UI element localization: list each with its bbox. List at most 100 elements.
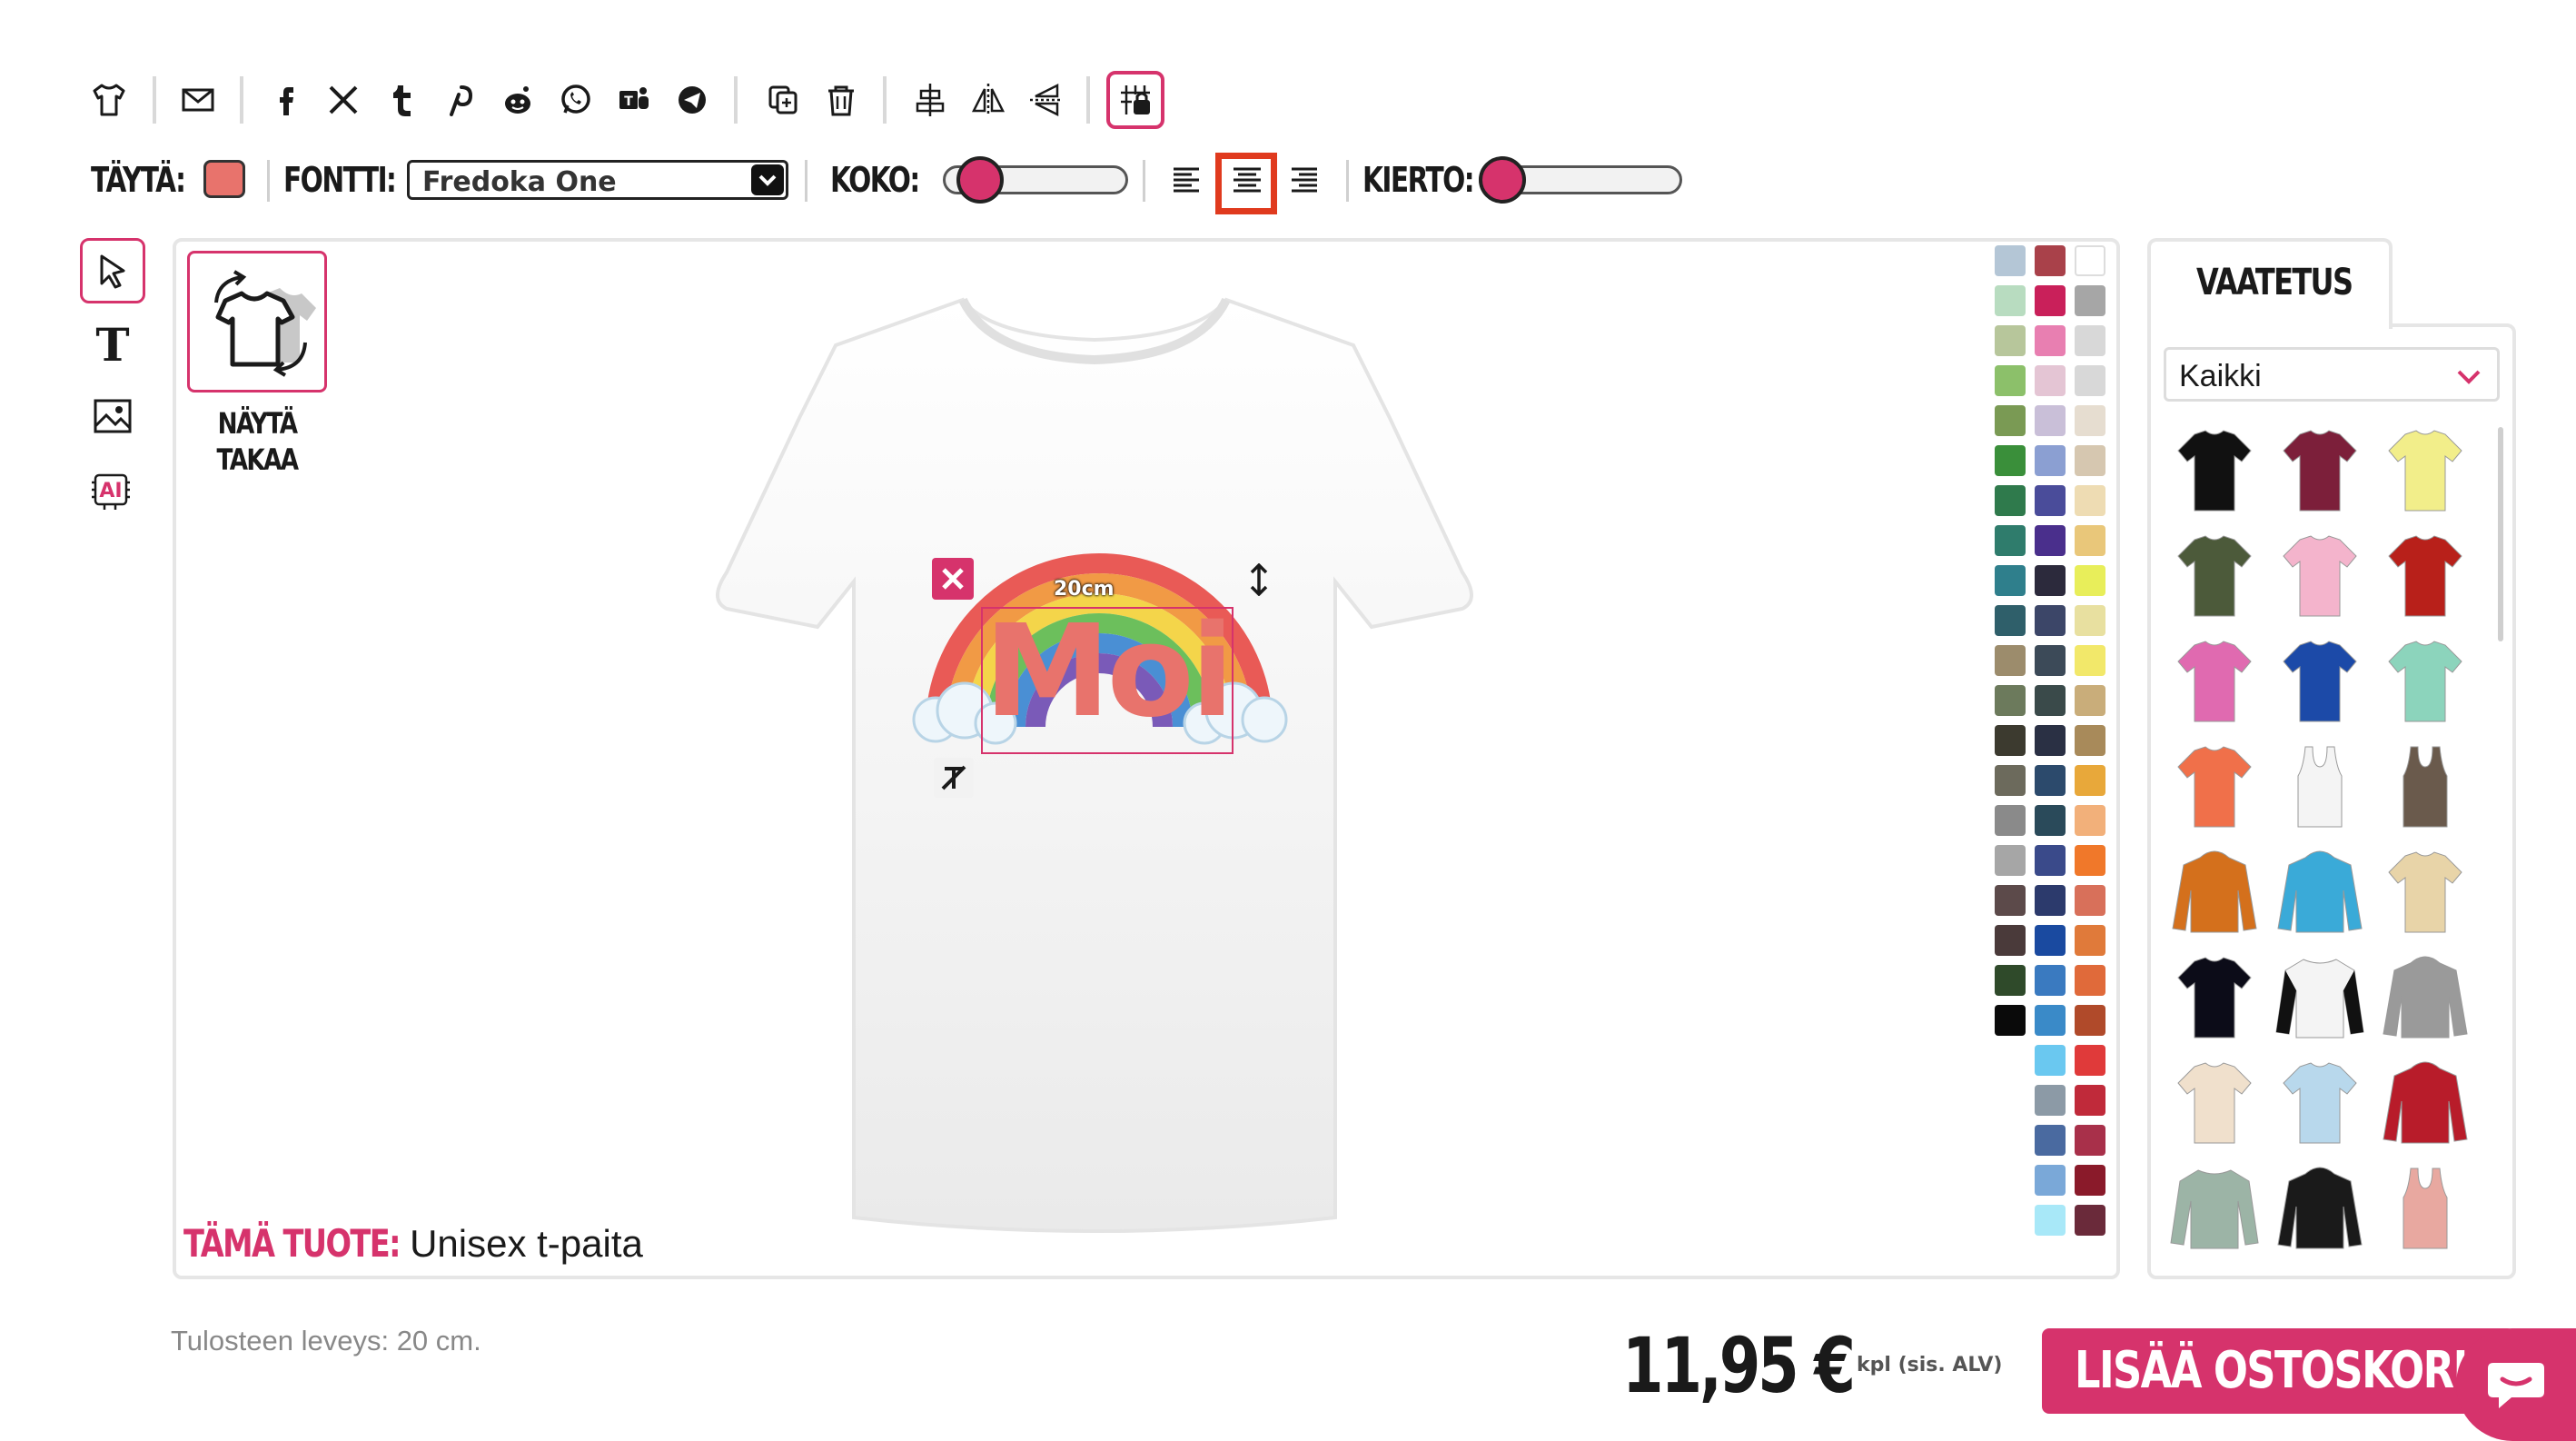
color-swatch[interactable] (1995, 685, 2026, 716)
color-swatch[interactable] (2035, 1045, 2066, 1076)
color-swatch[interactable] (2035, 965, 2066, 996)
color-swatch[interactable] (1995, 325, 2026, 356)
color-swatch[interactable] (2035, 285, 2066, 316)
clothing-item-jacket-red[interactable] (2378, 1056, 2472, 1150)
image-tool[interactable] (80, 383, 145, 449)
clothing-item-tshirt-women-fuchsia[interactable] (2167, 634, 2262, 729)
color-swatch[interactable] (1995, 725, 2026, 756)
color-swatch[interactable] (2035, 805, 2066, 836)
color-swatch[interactable] (2075, 525, 2105, 556)
color-swatch[interactable] (1995, 925, 2026, 956)
color-swatch[interactable] (2075, 765, 2105, 796)
color-swatch[interactable] (2075, 245, 2105, 276)
clothing-item-tshirt-royal-blue[interactable] (2273, 634, 2367, 729)
color-swatch[interactable] (2075, 325, 2105, 356)
color-swatch[interactable] (2075, 1085, 2105, 1116)
color-swatch[interactable] (2075, 925, 2105, 956)
clothing-filter-select[interactable]: Kaikki (2164, 347, 2500, 402)
color-swatch[interactable] (2075, 605, 2105, 636)
color-swatch[interactable] (2035, 445, 2066, 476)
design-text[interactable]: Moi (981, 600, 1234, 745)
clothing-item-tshirt-black[interactable] (2167, 423, 2262, 518)
color-swatch[interactable] (2035, 685, 2066, 716)
color-swatch[interactable] (1995, 885, 2026, 916)
clothing-item-tshirt-olive[interactable] (2167, 529, 2262, 623)
clothing-item-tshirt-mint[interactable] (2378, 634, 2472, 729)
resize-handle[interactable] (1241, 561, 1277, 598)
add-to-cart-button[interactable]: LISÄÄ OSTOSKORIIN (2042, 1328, 2514, 1414)
color-swatch[interactable] (1995, 645, 2026, 676)
clothing-item-tshirt-yellow[interactable] (2378, 423, 2472, 518)
color-swatch[interactable] (2075, 565, 2105, 596)
color-swatch[interactable] (2035, 245, 2066, 276)
color-swatch[interactable] (1995, 605, 2026, 636)
clothing-item-tshirt-burgundy[interactable] (2273, 423, 2367, 518)
color-swatch[interactable] (2075, 1165, 2105, 1196)
color-swatch[interactable] (1995, 485, 2026, 516)
color-swatch[interactable] (2035, 405, 2066, 436)
clothing-item-tshirt-red[interactable] (2378, 529, 2472, 623)
color-swatch[interactable] (2075, 965, 2105, 996)
color-swatch[interactable] (2035, 1005, 2066, 1036)
color-swatch[interactable] (2075, 1205, 2105, 1236)
color-swatch[interactable] (2035, 1125, 2066, 1156)
color-swatch[interactable] (2035, 845, 2066, 876)
clothing-item-tank-white[interactable] (2273, 740, 2367, 834)
color-swatch[interactable] (2035, 765, 2066, 796)
color-swatch[interactable] (1995, 965, 2026, 996)
color-swatch[interactable] (2035, 1165, 2066, 1196)
color-swatch[interactable] (2035, 565, 2066, 596)
color-swatch[interactable] (2075, 1125, 2105, 1156)
color-swatch[interactable] (2075, 805, 2105, 836)
color-swatch[interactable] (1995, 565, 2026, 596)
color-swatch[interactable] (1995, 1005, 2026, 1036)
color-swatch[interactable] (2035, 725, 2066, 756)
clothing-item-tshirt-pink[interactable] (2273, 529, 2367, 623)
remove-format-button[interactable] (934, 758, 974, 798)
color-swatch[interactable] (2075, 405, 2105, 436)
clothing-item-hoodie-sky[interactable] (2273, 845, 2367, 939)
select-tool[interactable] (80, 238, 145, 303)
color-swatch[interactable] (2035, 485, 2066, 516)
color-swatch[interactable] (2035, 1085, 2066, 1116)
color-swatch[interactable] (2035, 645, 2066, 676)
chat-button[interactable] (2456, 1328, 2576, 1441)
color-swatch[interactable] (1995, 765, 2026, 796)
color-swatch[interactable] (2075, 885, 2105, 916)
color-swatch[interactable] (2035, 925, 2066, 956)
clothing-item-hoodie-black-orange[interactable] (2273, 1161, 2367, 1256)
color-swatch[interactable] (2075, 845, 2105, 876)
color-swatch[interactable] (1995, 405, 2026, 436)
color-swatch[interactable] (2035, 885, 2066, 916)
color-swatch[interactable] (2035, 525, 2066, 556)
color-swatch[interactable] (2075, 365, 2105, 396)
color-swatch[interactable] (2035, 325, 2066, 356)
color-swatch[interactable] (2075, 285, 2105, 316)
clothing-item-hoodie-orange[interactable] (2167, 845, 2262, 939)
color-swatch[interactable] (1995, 245, 2026, 276)
clothing-item-tank-rose[interactable] (2378, 1161, 2472, 1256)
clothing-item-tshirt-tiedye[interactable] (2378, 845, 2472, 939)
color-swatch[interactable] (2035, 605, 2066, 636)
color-swatch[interactable] (2035, 365, 2066, 396)
color-swatch[interactable] (1995, 805, 2026, 836)
clothing-scrollbar[interactable] (2498, 427, 2503, 641)
color-swatch[interactable] (2075, 445, 2105, 476)
color-swatch[interactable] (2075, 725, 2105, 756)
clothing-item-hoodie-grey[interactable] (2378, 950, 2472, 1045)
clothing-item-tshirt-dip-blue[interactable] (2273, 1056, 2367, 1150)
ai-tool[interactable]: AI (80, 458, 145, 523)
clothing-item-longsleeve-sage[interactable] (2167, 1161, 2262, 1256)
delete-element-button[interactable] (932, 558, 974, 600)
color-swatch[interactable] (2035, 1205, 2066, 1236)
color-swatch[interactable] (2075, 1005, 2105, 1036)
clothing-item-tshirt-women-coral[interactable] (2167, 740, 2262, 834)
color-swatch[interactable] (2075, 645, 2105, 676)
text-tool[interactable]: T (80, 311, 145, 376)
color-swatch[interactable] (2075, 685, 2105, 716)
tab-clothing[interactable]: VAATETUS (2147, 238, 2393, 329)
show-back-button[interactable] (187, 251, 327, 393)
clothing-item-tshirt-black-2[interactable] (2167, 950, 2262, 1045)
color-swatch[interactable] (1995, 525, 2026, 556)
color-swatch[interactable] (1995, 365, 2026, 396)
